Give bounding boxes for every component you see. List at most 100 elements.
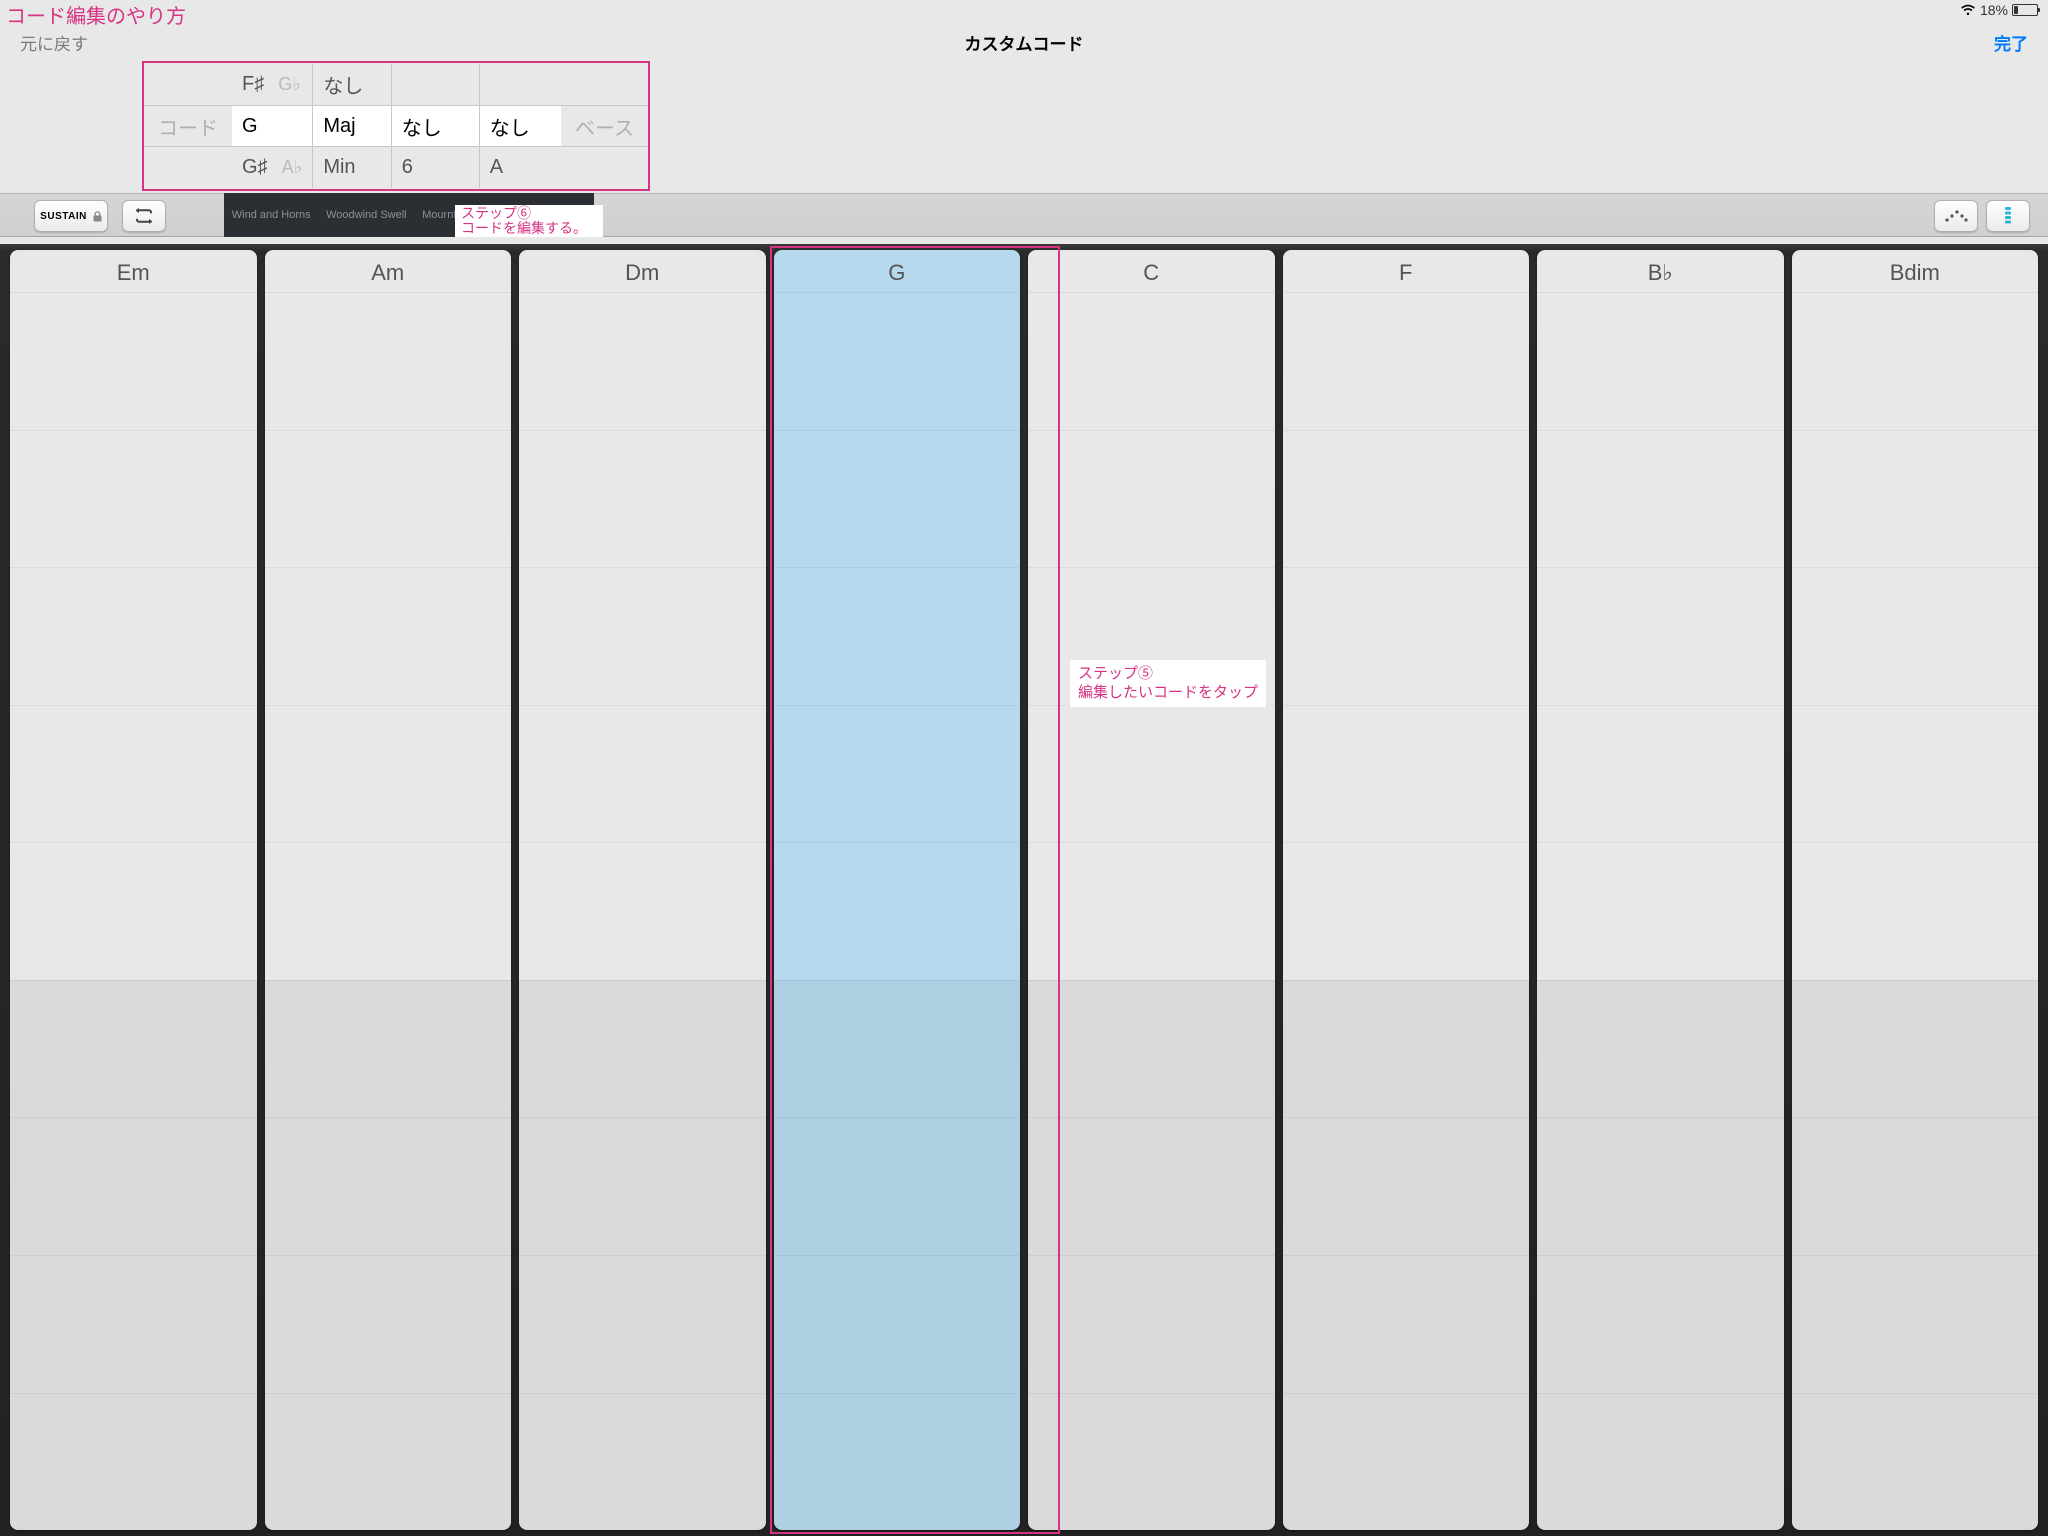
chord-strip[interactable]: C [1028,250,1275,1530]
chord-segment[interactable] [1028,1117,1275,1255]
chord-segment[interactable] [774,430,1021,568]
chord-segment[interactable] [519,1255,766,1393]
view-mode-button[interactable] [1986,200,2030,232]
chord-segment[interactable] [1537,1393,1784,1531]
chord-strip[interactable]: Am [265,250,512,1530]
picker-cell[interactable]: G♯A♭ [232,147,312,188]
chord-segment[interactable] [1792,430,2039,568]
chord-segment[interactable] [265,705,512,843]
chord-segment[interactable] [1283,842,1530,980]
chord-segment[interactable] [1792,292,2039,430]
chord-segment[interactable] [10,567,257,705]
chord-segment[interactable] [1028,430,1275,568]
chord-strip[interactable]: Bdim [1792,250,2039,1530]
chord-segment[interactable] [1792,980,2039,1118]
chord-segment[interactable] [1028,980,1275,1118]
chord-segment[interactable] [1283,292,1530,430]
swap-button[interactable] [122,200,166,232]
chord-segment[interactable] [1537,430,1784,568]
preset-item[interactable]: Wind and Horns [232,209,311,221]
chord-segment[interactable] [10,430,257,568]
chord-segment[interactable] [1792,1393,2039,1531]
picker-cell[interactable]: G [232,106,312,147]
arpeggio-button[interactable] [1934,200,1978,232]
chord-segment[interactable] [10,842,257,980]
chord-segment[interactable] [1283,705,1530,843]
chord-segment[interactable] [1537,1117,1784,1255]
chord-segment[interactable] [265,292,512,430]
chord-segment[interactable] [1028,1393,1275,1531]
chord-segment[interactable] [265,1255,512,1393]
picker-cell[interactable]: 6 [392,147,479,188]
chord-segment[interactable] [1792,705,2039,843]
picker-col-3[interactable]: なしA [479,64,561,188]
chord-segment[interactable] [1537,705,1784,843]
chord-segment[interactable] [1537,1255,1784,1393]
chord-segment[interactable] [1283,1393,1530,1531]
chord-strip[interactable]: Em [10,250,257,1530]
chord-segment[interactable] [774,842,1021,980]
chord-strip[interactable]: Dm [519,250,766,1530]
picker-cell[interactable]: Maj [313,106,390,147]
sustain-button[interactable]: SUSTAIN [34,200,108,232]
picker-cell[interactable]: F♯G♭ [232,64,312,105]
undo-button[interactable]: 元に戻す [20,30,88,55]
picker-cell[interactable]: なし [392,106,479,147]
picker-cell[interactable]: A [480,147,561,188]
chord-segment[interactable] [519,292,766,430]
chord-segment[interactable] [1028,292,1275,430]
chord-segment[interactable] [1283,430,1530,568]
picker-cell[interactable]: なし [313,64,390,105]
chord-segment[interactable] [1792,567,2039,705]
chord-segment[interactable] [265,842,512,980]
chord-segment[interactable] [10,1255,257,1393]
chord-segment[interactable] [774,1255,1021,1393]
chord-segment[interactable] [10,292,257,430]
chord-segment[interactable] [519,1117,766,1255]
chord-segment[interactable] [265,567,512,705]
chord-segment[interactable] [519,842,766,980]
picker-col-1[interactable]: なしMajMin [312,64,390,188]
preset-item[interactable]: Woodwind Swell [326,209,407,221]
chord-segment[interactable] [10,1117,257,1255]
chord-segment[interactable] [519,1393,766,1531]
picker-cell[interactable] [392,64,479,105]
chord-segment[interactable] [1283,1255,1530,1393]
chord-segment[interactable] [265,1393,512,1531]
chord-segment[interactable] [774,705,1021,843]
chord-segment[interactable] [774,1393,1021,1531]
chord-segment[interactable] [10,980,257,1118]
chord-segment[interactable] [1792,842,2039,980]
picker-cell[interactable]: なし [480,106,561,147]
chord-segment[interactable] [1028,705,1275,843]
chord-strip[interactable]: G [774,250,1021,1530]
chord-segment[interactable] [774,980,1021,1118]
chord-segment[interactable] [1028,842,1275,980]
chord-segment[interactable] [265,1117,512,1255]
chord-segment[interactable] [519,567,766,705]
chord-segment[interactable] [1792,1117,2039,1255]
chord-segment[interactable] [1537,842,1784,980]
picker-col-0[interactable]: F♯G♭GG♯A♭ [232,64,312,188]
chord-segment[interactable] [519,430,766,568]
chord-segment[interactable] [1537,292,1784,430]
chord-segment[interactable] [1537,980,1784,1118]
chord-segment[interactable] [519,980,766,1118]
chord-segment[interactable] [265,430,512,568]
picker-cell[interactable] [480,64,561,105]
chord-picker[interactable]: コードF♯G♭GG♯A♭なしMajMinなし6なしAベース [144,64,648,188]
done-button[interactable]: 完了 [1994,30,2028,55]
chord-segment[interactable] [265,980,512,1118]
chord-segment[interactable] [1283,980,1530,1118]
chord-segment[interactable] [774,292,1021,430]
chord-segment[interactable] [1283,567,1530,705]
picker-cell[interactable]: Min [313,147,390,188]
chord-segment[interactable] [519,705,766,843]
chord-segment[interactable] [774,1117,1021,1255]
chord-segment[interactable] [10,705,257,843]
chord-segment[interactable] [1283,1117,1530,1255]
chord-segment[interactable] [1537,567,1784,705]
chord-strip[interactable]: B♭ [1537,250,1784,1530]
chord-strip[interactable]: F [1283,250,1530,1530]
chord-segment[interactable] [10,1393,257,1531]
